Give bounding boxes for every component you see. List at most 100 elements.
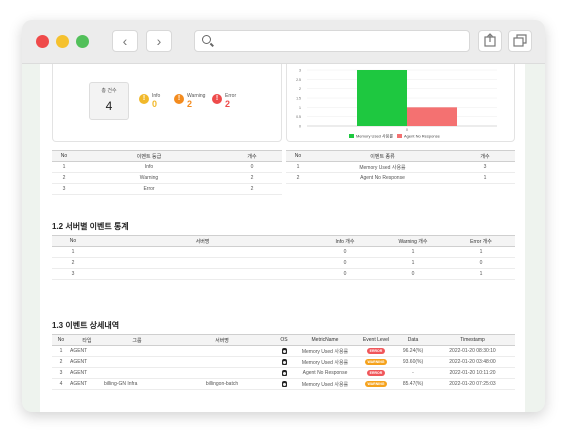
table-row: 2 AGENT Memory Used 사용률 WARNING 93.60(%) 2022… <box>52 356 515 368</box>
column-header: Info 개수 <box>311 235 379 247</box>
cell: Agent No Response <box>294 367 356 379</box>
linux-icon <box>281 369 287 376</box>
event-type-chart: 3 2.5 2 1.5 1 0.5 0 0 Memory Used 사용률 Agent No Re… <box>286 64 515 142</box>
column-header: 그룹 <box>104 334 170 346</box>
cell: Info <box>76 161 222 173</box>
event-level-cell: ERROR <box>356 345 396 357</box>
event-detail-title: 1.3 이벤트 상세내역 <box>52 321 120 330</box>
cell: 1 <box>286 161 310 173</box>
cell: billing-GN Infra <box>104 378 170 390</box>
event-level-table: No 이벤트 등급 개수 1 Info 0 2 Warning 2 3 Error 2 <box>52 150 282 195</box>
column-header: 개수 <box>222 150 282 162</box>
close-window-button[interactable] <box>36 35 49 48</box>
forward-button[interactable]: › <box>146 30 172 52</box>
column-header: MetricName <box>294 334 356 346</box>
cell: 0 <box>379 268 447 280</box>
column-header: No <box>286 150 310 162</box>
cell: 1 <box>379 257 447 269</box>
cell: billingon-batch <box>170 378 274 390</box>
table-row: 2 Agent No Response 1 <box>286 172 515 184</box>
cell: 2022-01-20 07:25:03 <box>430 378 515 390</box>
cell: 2 <box>52 257 94 269</box>
column-header: No <box>52 235 94 247</box>
report-page: 총 건수 4 ! Info 0 ! Warning 2 ! Error 2 32… <box>40 64 525 412</box>
cell: 1 <box>447 268 515 280</box>
cell: 0 <box>447 257 515 269</box>
event-level-badge: ERROR <box>366 370 386 376</box>
table-header-row: No 이벤트 종류 개수 <box>286 150 515 162</box>
y-tick-label: 1 <box>299 106 301 110</box>
y-tick-label: 1.5 <box>296 97 301 101</box>
y-tick-label: 3 <box>299 69 301 73</box>
cell: 2022-01-20 08:30:10 <box>430 345 515 357</box>
x-tick-label: 0 <box>406 128 408 132</box>
cell: 2 <box>222 172 282 184</box>
error-icon: ! <box>212 94 222 104</box>
browser-window: ‹ › 총 건수 4 ! Info 0 ! Warning 2 ! Error … <box>22 20 545 412</box>
cell: 93.60(%) <box>396 356 430 368</box>
tabs-icon <box>513 34 527 47</box>
address-bar[interactable] <box>194 30 470 52</box>
cell: Memory Used 사용률 <box>310 161 455 173</box>
cell: Memory Used 사용률 <box>294 378 356 390</box>
y-tick-label: 2.5 <box>296 78 301 82</box>
legend-swatch <box>397 134 402 138</box>
tabs-button[interactable] <box>508 30 532 52</box>
cell <box>104 345 170 357</box>
share-button[interactable] <box>478 30 502 52</box>
search-icon <box>202 35 211 44</box>
maximize-window-button[interactable] <box>76 35 89 48</box>
chevron-right-icon: › <box>156 33 162 49</box>
error-value: 2 <box>225 99 231 109</box>
column-header: Event Level <box>356 334 396 346</box>
y-tick-label: 0 <box>299 125 301 129</box>
cell <box>170 345 274 357</box>
cell: AGENT <box>70 367 104 379</box>
cell: 0 <box>222 161 282 173</box>
linux-icon <box>281 347 287 354</box>
event-level-cell: WARNING <box>356 378 396 390</box>
legend-swatch <box>349 134 354 138</box>
event-detail-table: No 타입 그룹 서버명 OS MetricName Event Level D… <box>52 334 515 390</box>
cell <box>94 257 311 269</box>
cell: 0 <box>311 268 379 280</box>
cell <box>94 268 311 280</box>
back-button[interactable]: ‹ <box>112 30 138 52</box>
bar-memory-used <box>357 70 407 126</box>
table-row: 4 AGENT billing-GN Infra billingon-batch Mem… <box>52 378 515 390</box>
column-header: 서버명 <box>170 334 274 346</box>
summary-card: 총 건수 4 ! Info 0 ! Warning 2 ! Error 2 <box>52 64 282 142</box>
table-row: 2 Warning 2 <box>52 172 282 184</box>
cell: 1 <box>379 246 447 258</box>
cell: 96.24(%) <box>396 345 430 357</box>
table-header-row: No 이벤트 등급 개수 <box>52 150 282 162</box>
share-icon <box>484 33 496 47</box>
cell: 3 <box>52 183 76 195</box>
cell: AGENT <box>70 378 104 390</box>
column-header: OS <box>274 334 294 346</box>
cell: 2 <box>52 172 76 184</box>
cell: 85.47(%) <box>396 378 430 390</box>
cell <box>94 246 311 258</box>
minimize-window-button[interactable] <box>56 35 69 48</box>
cell: 2 <box>286 172 310 184</box>
linux-icon <box>281 380 287 387</box>
cell: AGENT <box>70 356 104 368</box>
linux-icon <box>281 358 287 365</box>
event-level-badge: WARNING <box>364 359 388 365</box>
cell: 1 <box>52 345 70 357</box>
bar-agent-no-response <box>407 107 457 126</box>
cell: - <box>396 367 430 379</box>
os-cell <box>274 378 294 390</box>
legend-label: Memory Used 사용률 <box>356 133 393 139</box>
column-header: 타입 <box>70 334 104 346</box>
table-row: 1 Info 0 <box>52 161 282 173</box>
cell: Agent No Response <box>310 172 455 184</box>
cell <box>104 356 170 368</box>
cell: 2 <box>222 183 282 195</box>
cell: Warning <box>76 172 222 184</box>
info-icon: ! <box>139 94 149 104</box>
os-cell <box>274 367 294 379</box>
os-cell <box>274 356 294 368</box>
cell: 4 <box>52 378 70 390</box>
